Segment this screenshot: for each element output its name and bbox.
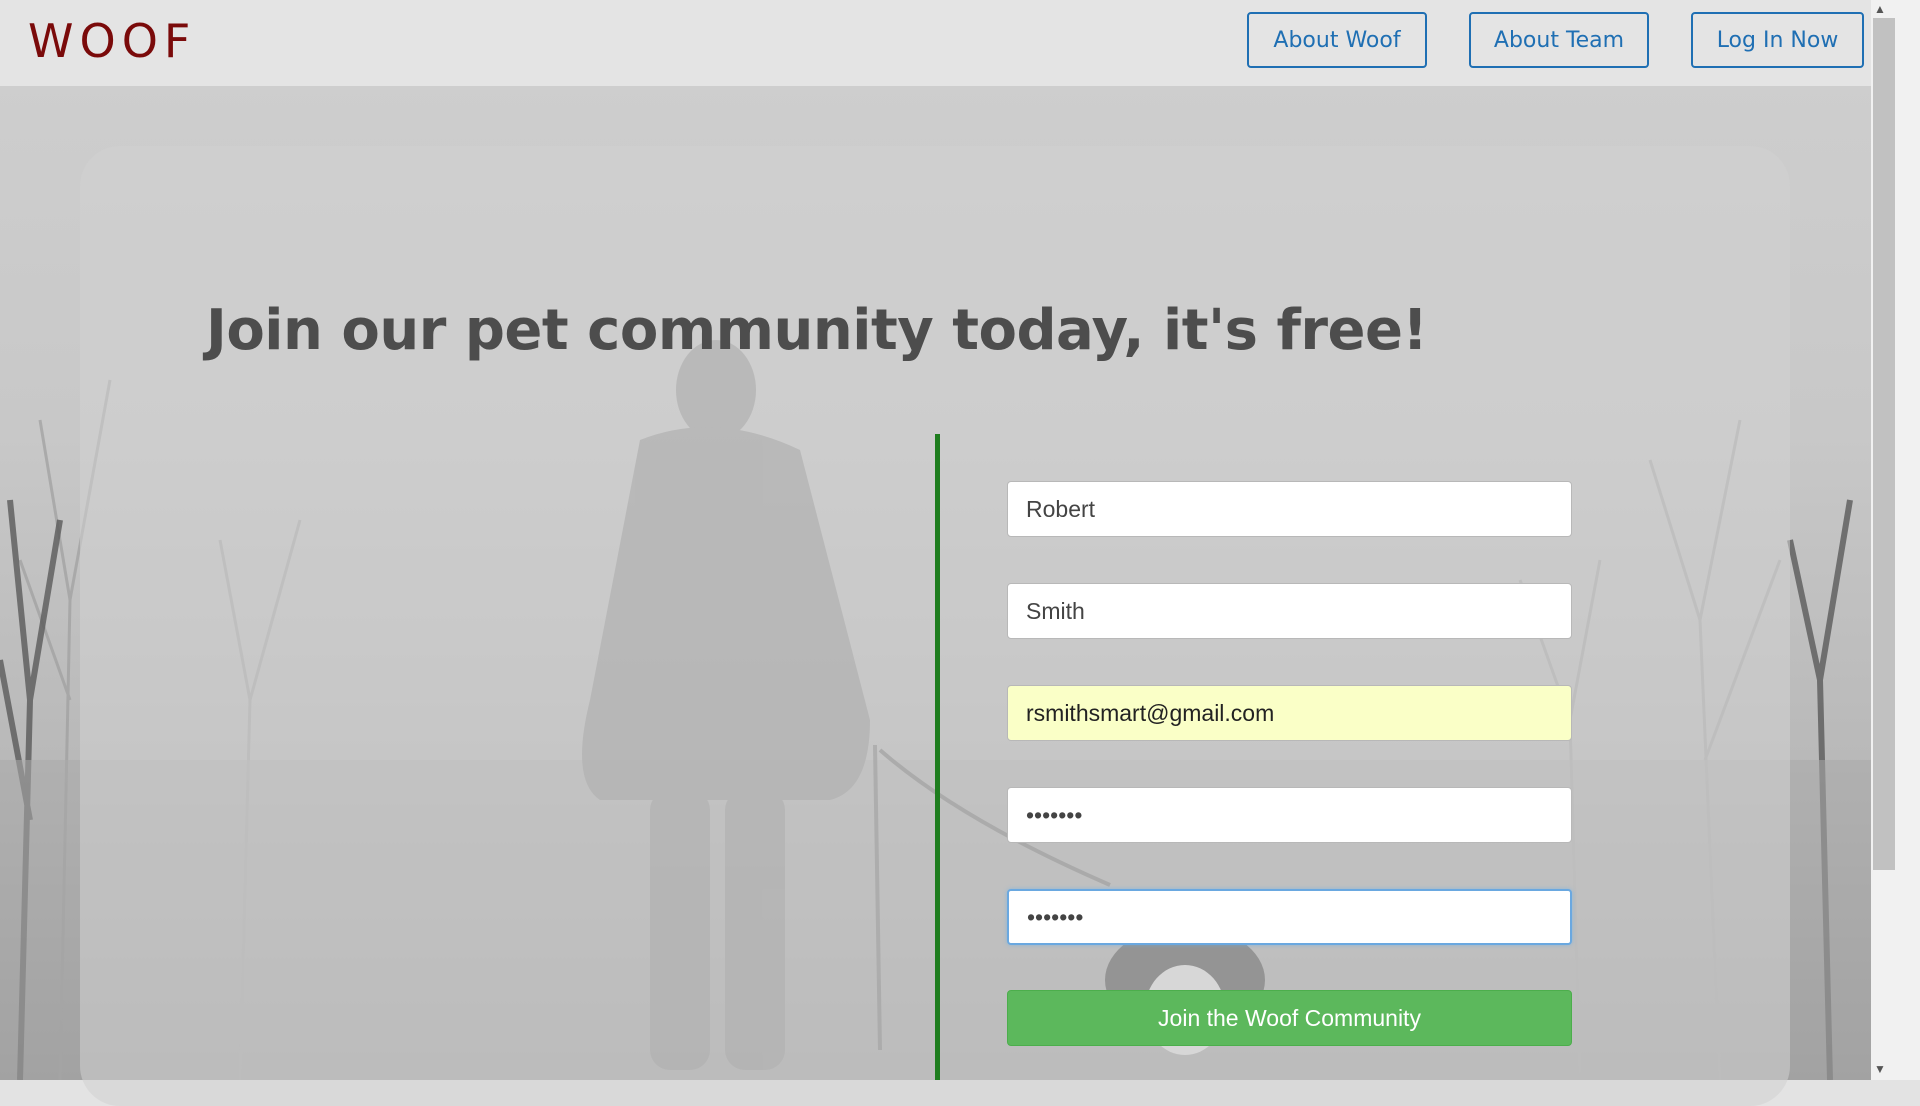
join-community-button[interactable]: Join the Woof Community xyxy=(1007,990,1572,1046)
page-headline: Join our pet community today, it's free! xyxy=(206,298,1428,363)
scroll-up-arrow-icon[interactable]: ▲ xyxy=(1874,2,1886,16)
email-input[interactable] xyxy=(1007,685,1572,741)
green-divider xyxy=(935,434,940,1080)
first-name-input[interactable] xyxy=(1007,481,1572,537)
scroll-down-arrow-icon[interactable]: ▼ xyxy=(1874,1062,1886,1076)
scrollbar-thumb[interactable] xyxy=(1873,18,1895,870)
confirm-password-input[interactable] xyxy=(1007,889,1572,945)
woof-logo[interactable]: WOOF xyxy=(28,14,196,68)
about-team-button[interactable]: About Team xyxy=(1469,12,1649,68)
about-woof-button[interactable]: About Woof xyxy=(1247,12,1427,68)
last-name-input[interactable] xyxy=(1007,583,1572,639)
top-navbar: WOOF About Woof About Team Log In Now xyxy=(0,0,1871,86)
password-input[interactable] xyxy=(1007,787,1572,843)
log-in-now-button[interactable]: Log In Now xyxy=(1691,12,1864,68)
